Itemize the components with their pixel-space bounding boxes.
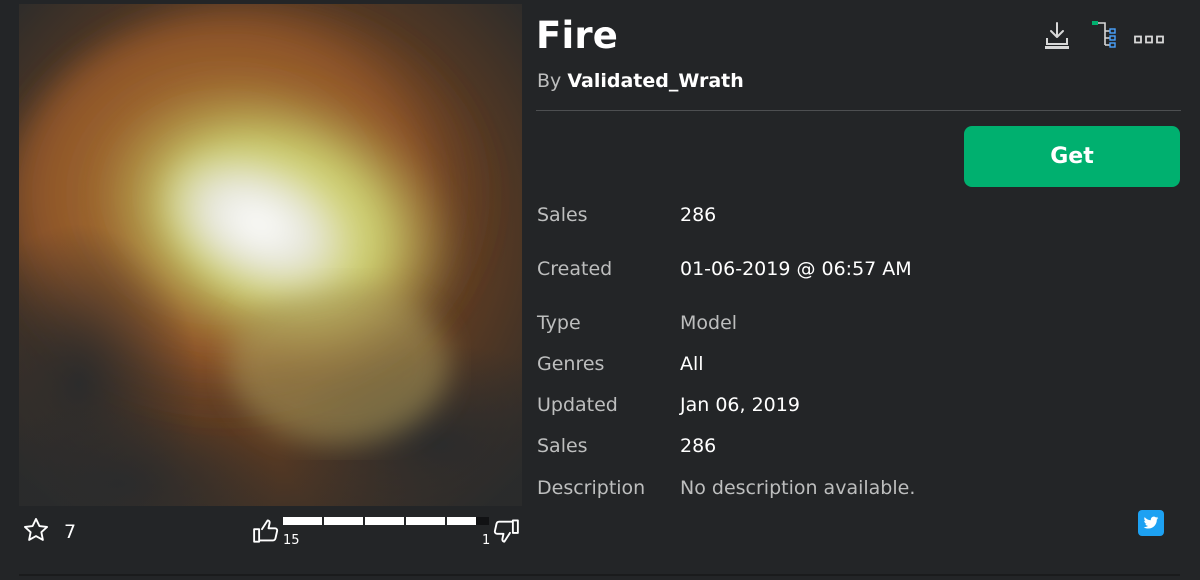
detail-value: 286	[680, 204, 717, 226]
detail-label: Updated	[537, 394, 618, 416]
header-divider	[536, 110, 1181, 111]
star-icon[interactable]	[22, 516, 50, 548]
thumbs-down-icon[interactable]	[491, 516, 521, 550]
favorite-control[interactable]: 7	[22, 516, 76, 548]
vote-ratio-bar	[283, 517, 489, 525]
fire-image	[19, 4, 522, 506]
asset-title: Fire	[536, 14, 619, 57]
detail-label: Description	[537, 477, 646, 499]
detail-label: Created	[537, 258, 613, 280]
more-options-icon[interactable]	[1134, 30, 1164, 49]
detail-label: Sales	[537, 204, 588, 226]
asset-page: 7 15 1 Fire By Validated_Wrath Get Sales…	[0, 0, 1200, 580]
hierarchy-icon[interactable]	[1091, 20, 1121, 54]
vote-bar-tick	[404, 517, 406, 525]
detail-value: 286	[680, 435, 717, 457]
description-text: No description available.	[680, 477, 916, 499]
detail-value: Model	[680, 312, 738, 334]
download-icon[interactable]	[1042, 20, 1072, 56]
upvote-count: 15	[283, 533, 300, 548]
asset-thumbnail[interactable]	[19, 4, 522, 506]
detail-label: Genres	[537, 353, 605, 375]
get-button[interactable]: Get	[964, 126, 1180, 187]
by-label: By	[537, 70, 562, 92]
creator-link[interactable]: Validated_Wrath	[567, 70, 743, 92]
detail-value: 01-06-2019 @ 06:57 AM	[680, 258, 912, 280]
genre-link[interactable]: All	[680, 353, 704, 375]
vote-bar-tick	[445, 517, 447, 525]
detail-value: Jan 06, 2019	[680, 394, 800, 416]
vote-bar-tick	[363, 517, 365, 525]
vote-bar-tick	[322, 517, 324, 525]
favorite-count: 7	[64, 521, 77, 543]
downvote-count: 1	[482, 533, 491, 548]
thumbs-up-icon[interactable]	[251, 516, 281, 550]
footer-divider	[19, 574, 1180, 576]
vote-ratio-fill	[283, 517, 476, 525]
detail-label: Type	[537, 312, 581, 334]
twitter-share-icon[interactable]	[1138, 510, 1164, 536]
creator-byline: By Validated_Wrath	[537, 70, 744, 92]
detail-label: Sales	[537, 435, 588, 457]
